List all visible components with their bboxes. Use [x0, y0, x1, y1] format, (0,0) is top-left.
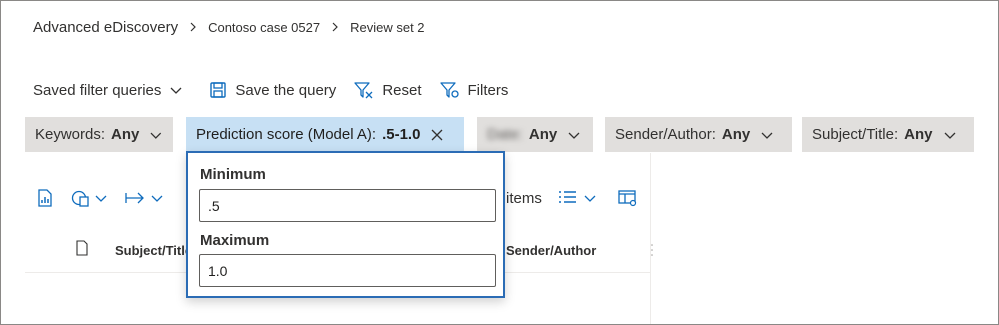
breadcrumb-review-set: Review set 2: [350, 19, 425, 35]
filters-label: Filters: [467, 81, 509, 99]
keywords-filter-pill[interactable]: Keywords: Any: [25, 117, 173, 152]
document-icon: [76, 240, 88, 256]
report-icon: [38, 189, 52, 207]
date-filter-pill[interactable]: Date: Any: [477, 117, 593, 152]
save-query-label: Save the query: [235, 81, 337, 99]
close-icon[interactable]: [430, 128, 444, 142]
chevron-down-icon: [95, 195, 107, 202]
query-toolbar: Saved filter queries Save the query Rese…: [33, 79, 526, 101]
pane-divider: [650, 153, 651, 324]
prediction-score-filter-pill[interactable]: Prediction score (Model A): .5-1.0: [186, 117, 464, 152]
column-settings-button[interactable]: [618, 186, 638, 210]
prediction-score-popup: Minimum Maximum: [186, 151, 505, 298]
prediction-score-filter-value: .5-1.0: [382, 126, 421, 143]
reset-button[interactable]: Reset: [354, 81, 422, 99]
review-set-window: Advanced eDiscovery Contoso case 0527 Re…: [0, 0, 999, 325]
column-header-subject[interactable]: Subject/Title: [115, 240, 192, 260]
tag-document-icon: [71, 190, 89, 207]
sender-author-filter-pill[interactable]: Sender/Author: Any: [605, 117, 792, 152]
column-header-sender[interactable]: Sender/Author: [506, 240, 596, 260]
chevron-right-icon: [326, 20, 344, 34]
save-query-button[interactable]: Save the query: [209, 81, 336, 99]
report-button[interactable]: [37, 189, 53, 207]
date-filter-value: Any: [528, 126, 558, 143]
export-button[interactable]: [125, 191, 163, 205]
grid-toolbar: [37, 186, 181, 210]
saved-filter-queries-label: Saved filter queries: [33, 81, 162, 99]
chevron-down-icon: [151, 195, 163, 202]
chevron-down-icon: [944, 132, 955, 139]
clear-filter-icon: [354, 82, 373, 99]
column-options-button[interactable]: [558, 186, 596, 210]
prediction-score-filter-label: Prediction score (Model A):: [196, 126, 377, 143]
export-arrow-icon: [125, 192, 144, 204]
chevron-down-icon: [568, 132, 580, 139]
filters-button[interactable]: Filters: [439, 81, 509, 99]
keywords-filter-label: Keywords:: [35, 126, 106, 143]
subject-title-filter-pill[interactable]: Subject/Title: Any: [802, 117, 974, 152]
reset-label: Reset: [382, 81, 422, 99]
column-resize-handle[interactable]: [651, 244, 653, 256]
breadcrumb-case[interactable]: Contoso case 0527: [208, 20, 320, 35]
column-header-subject-label: Subject/Title: [115, 242, 193, 258]
save-icon: [210, 82, 227, 98]
sender-author-filter-label: Sender/Author:: [615, 126, 716, 143]
maximum-label: Maximum: [200, 232, 270, 249]
sender-author-filter-value: Any: [721, 126, 751, 143]
subject-title-filter-label: Subject/Title:: [812, 126, 899, 143]
minimum-input[interactable]: [199, 189, 496, 222]
chevron-down-icon: [150, 132, 162, 139]
items-count: items: [506, 186, 542, 210]
column-header-sender-label: Sender/Author: [506, 242, 597, 258]
maximum-input[interactable]: [199, 254, 496, 287]
tag-document-button[interactable]: [71, 188, 107, 208]
chevron-down-icon: [761, 132, 773, 139]
saved-filter-queries-dropdown[interactable]: Saved filter queries: [33, 82, 191, 99]
list-options-icon: [559, 191, 576, 203]
items-label: items: [506, 189, 542, 207]
date-filter-label: Date:: [487, 126, 523, 143]
breadcrumb-root[interactable]: Advanced eDiscovery: [33, 19, 178, 36]
chevron-right-icon: [184, 20, 202, 34]
chevron-down-icon: [170, 87, 182, 94]
filter-settings-icon: [439, 82, 459, 98]
column-settings-icon: [618, 190, 637, 207]
breadcrumb: Advanced eDiscovery Contoso case 0527 Re…: [33, 16, 425, 38]
minimum-label: Minimum: [200, 166, 266, 183]
subject-title-filter-value: Any: [904, 126, 933, 143]
keywords-filter-value: Any: [111, 126, 140, 143]
chevron-down-icon: [584, 195, 596, 202]
